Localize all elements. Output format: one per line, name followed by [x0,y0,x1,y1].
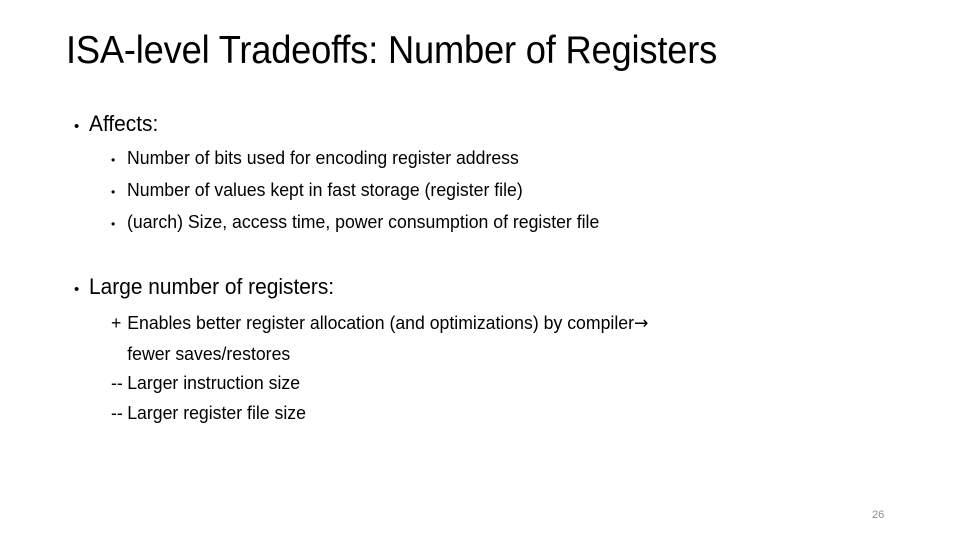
list-item-con-label: Larger register file size [127,402,306,423]
right-arrow-icon: → [633,313,649,334]
list-item: • Number of values kept in fast storage … [111,178,541,204]
minus-marker: -- [111,402,123,423]
bullet-icon: • [111,185,116,199]
minus-marker: -- [111,372,123,393]
list-item-pro: + Enables better register allocation (and… [111,308,811,369]
page-title: ISA-level Tradeoffs: Number of Registers [66,29,718,72]
list-item-pro-label-continued: fewer saves/restores [127,343,291,364]
list-item-label: (uarch) Size, access time, power consump… [127,211,600,232]
bullet-large-number-of-registers: • Large number of registers: [74,274,347,303]
list-item: • Number of bits used for encoding regis… [111,146,537,172]
bullet-affects-label: Affects: [89,111,159,136]
page-number: 26 [872,509,885,521]
list-item-con: -- Larger instruction size [111,368,811,398]
bullet-large-number-of-registers-label: Large number of registers: [89,274,335,299]
bullet-icon: • [111,153,116,167]
slide: ISA-level Tradeoffs: Number of Registers… [0,0,960,540]
list-item-pro-label: Enables better register allocation (and … [127,312,634,333]
plus-marker: + [111,312,122,333]
bullet-icon: • [74,118,80,135]
list-item-con-label: Larger instruction size [127,372,301,393]
bullet-icon: • [74,281,80,298]
list-item-label: Number of bits used for encoding registe… [127,147,519,168]
bullet-affects: • Affects: [74,111,162,140]
list-item: • (uarch) Size, access time, power consu… [111,210,622,236]
list-item-label: Number of values kept in fast storage (r… [127,179,523,200]
bullet-icon: • [111,217,116,231]
list-item-con: -- Larger register file size [111,398,811,428]
